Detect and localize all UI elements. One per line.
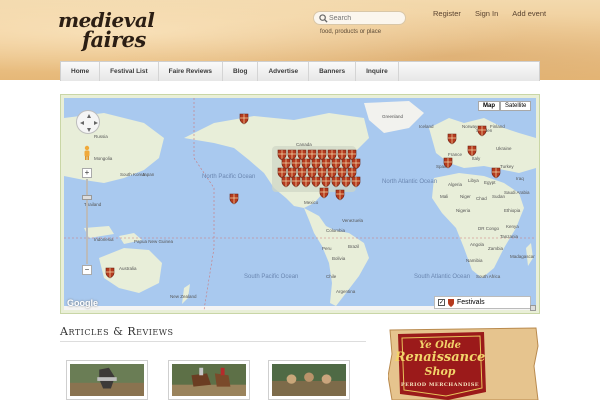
country-label: Peru <box>322 246 332 251</box>
country-label: Papua New Guinea <box>134 239 174 244</box>
pan-arrows-icon <box>80 114 98 132</box>
street-view-pegman-icon[interactable] <box>82 145 92 161</box>
world-map[interactable]: North Pacific Ocean North Atlantic Ocean… <box>64 98 536 310</box>
nav-inquire[interactable]: Inquire <box>356 62 399 81</box>
country-label: South Africa <box>476 274 501 279</box>
site-logo[interactable]: medieval faires <box>58 8 168 52</box>
country-label: Madagascar <box>510 254 535 259</box>
nav-festival-list[interactable]: Festival List <box>100 62 159 81</box>
country-label: Namibia <box>466 258 483 263</box>
country-label: Venezuela <box>342 218 364 223</box>
ocean-label: South Pacific Ocean <box>244 274 298 280</box>
shield-icon <box>448 298 454 307</box>
map-pan-control[interactable] <box>76 110 100 134</box>
festivals-checkbox[interactable]: ✓ <box>438 299 445 306</box>
sign-in-link[interactable]: Sign In <box>475 9 498 18</box>
country-label: South Korea <box>120 172 146 177</box>
article-image <box>172 364 246 396</box>
account-links: Register Sign In Add event <box>433 9 560 18</box>
country-label: Egypt <box>484 180 496 185</box>
country-label: Turkey <box>500 164 514 169</box>
ocean-label: North Pacific Ocean <box>202 174 255 180</box>
country-label: Brazil <box>348 244 359 249</box>
country-label: Ethiopia <box>504 208 521 213</box>
country-label: Australia <box>119 266 137 271</box>
country-label: Libya <box>468 178 479 183</box>
nav-banners[interactable]: Banners <box>309 62 357 81</box>
country-label: Algeria <box>448 182 463 187</box>
country-label: Iraq <box>516 176 524 181</box>
country-label: New Zealand <box>170 294 197 299</box>
country-label: Tanzania <box>500 234 519 239</box>
add-event-link[interactable]: Add event <box>512 9 546 18</box>
ad-line-3: Shop <box>424 365 456 378</box>
article-image <box>70 364 144 396</box>
country-label: Italy <box>472 156 481 161</box>
site-header: medieval faires food, products or place … <box>0 0 600 81</box>
country-label: Mexico <box>304 200 319 205</box>
country-label: Indonesia <box>94 237 114 242</box>
country-label: DR Congo <box>478 226 500 231</box>
nav-blog[interactable]: Blog <box>223 62 259 81</box>
country-label: Kenya <box>506 224 519 229</box>
article-image <box>272 364 346 396</box>
zoom-out-button[interactable]: − <box>82 265 92 275</box>
country-label: Niger <box>460 194 471 199</box>
country-label: Angola <box>470 242 485 247</box>
country-label: Mali <box>440 194 448 199</box>
divider <box>60 341 366 342</box>
zoom-slider-handle[interactable] <box>82 195 92 200</box>
google-attribution[interactable]: Google <box>67 298 98 308</box>
ad-tagline: PERIOD MERCHANDISE <box>400 382 480 388</box>
zoom-in-button[interactable]: + <box>82 168 92 178</box>
register-link[interactable]: Register <box>433 9 461 18</box>
search-icon <box>319 14 328 23</box>
legend-label: Festivals <box>457 299 485 306</box>
search-hint: food, products or place <box>320 29 382 35</box>
ocean-label: North Atlantic Ocean <box>382 179 437 185</box>
country-label: Finland <box>490 124 505 129</box>
country-label: Chile <box>326 274 337 279</box>
search-input[interactable] <box>329 12 403 24</box>
country-label: Mongolia <box>94 156 113 161</box>
map-type-map[interactable]: Map <box>478 101 500 111</box>
zoom-slider-track[interactable] <box>86 179 88 264</box>
country-label: Chad <box>476 196 487 201</box>
nav-faire-reviews[interactable]: Faire Reviews <box>159 62 223 81</box>
country-label: Zambia <box>488 246 504 251</box>
festival-map[interactable]: North Pacific Ocean North Atlantic Ocean… <box>60 94 540 314</box>
logo-line-2: faires <box>82 27 146 52</box>
country-label: Argentina <box>336 289 356 294</box>
article-thumbnail[interactable] <box>168 360 250 400</box>
nav-home[interactable]: Home <box>61 62 101 81</box>
map-legend: ✓ Festivals <box>434 296 531 309</box>
map-type-satellite[interactable]: Satellite <box>500 101 532 111</box>
country-label: Saudi Arabia <box>504 190 530 195</box>
search-box[interactable] <box>313 11 406 25</box>
ad-line-2: Renaissance <box>394 350 486 365</box>
country-label: Greenland <box>382 114 404 119</box>
country-label: France <box>448 152 463 157</box>
main-nav: Home Festival List Faire Reviews Blog Ad… <box>60 61 540 81</box>
ocean-label: South Atlantic Ocean <box>414 274 470 280</box>
country-label: Colombia <box>326 228 346 233</box>
renaissance-shop-ad[interactable]: Ye Olde Renaissance Shop PERIOD MERCHAND… <box>388 326 540 400</box>
country-label: Ukraine <box>496 146 512 151</box>
map-type-control: Map Satellite <box>478 101 532 111</box>
nav-advertise[interactable]: Advertise <box>258 62 310 81</box>
article-thumbnail[interactable] <box>268 360 350 400</box>
country-label: Nigeria <box>456 208 471 213</box>
article-thumbnail[interactable] <box>66 360 148 400</box>
country-label: Sudan <box>492 194 506 199</box>
country-label: Iceland <box>419 124 434 129</box>
section-title: Articles & Reviews <box>60 325 174 338</box>
country-label: Bolivia <box>332 256 346 261</box>
legend-collapse-button[interactable] <box>530 305 536 311</box>
